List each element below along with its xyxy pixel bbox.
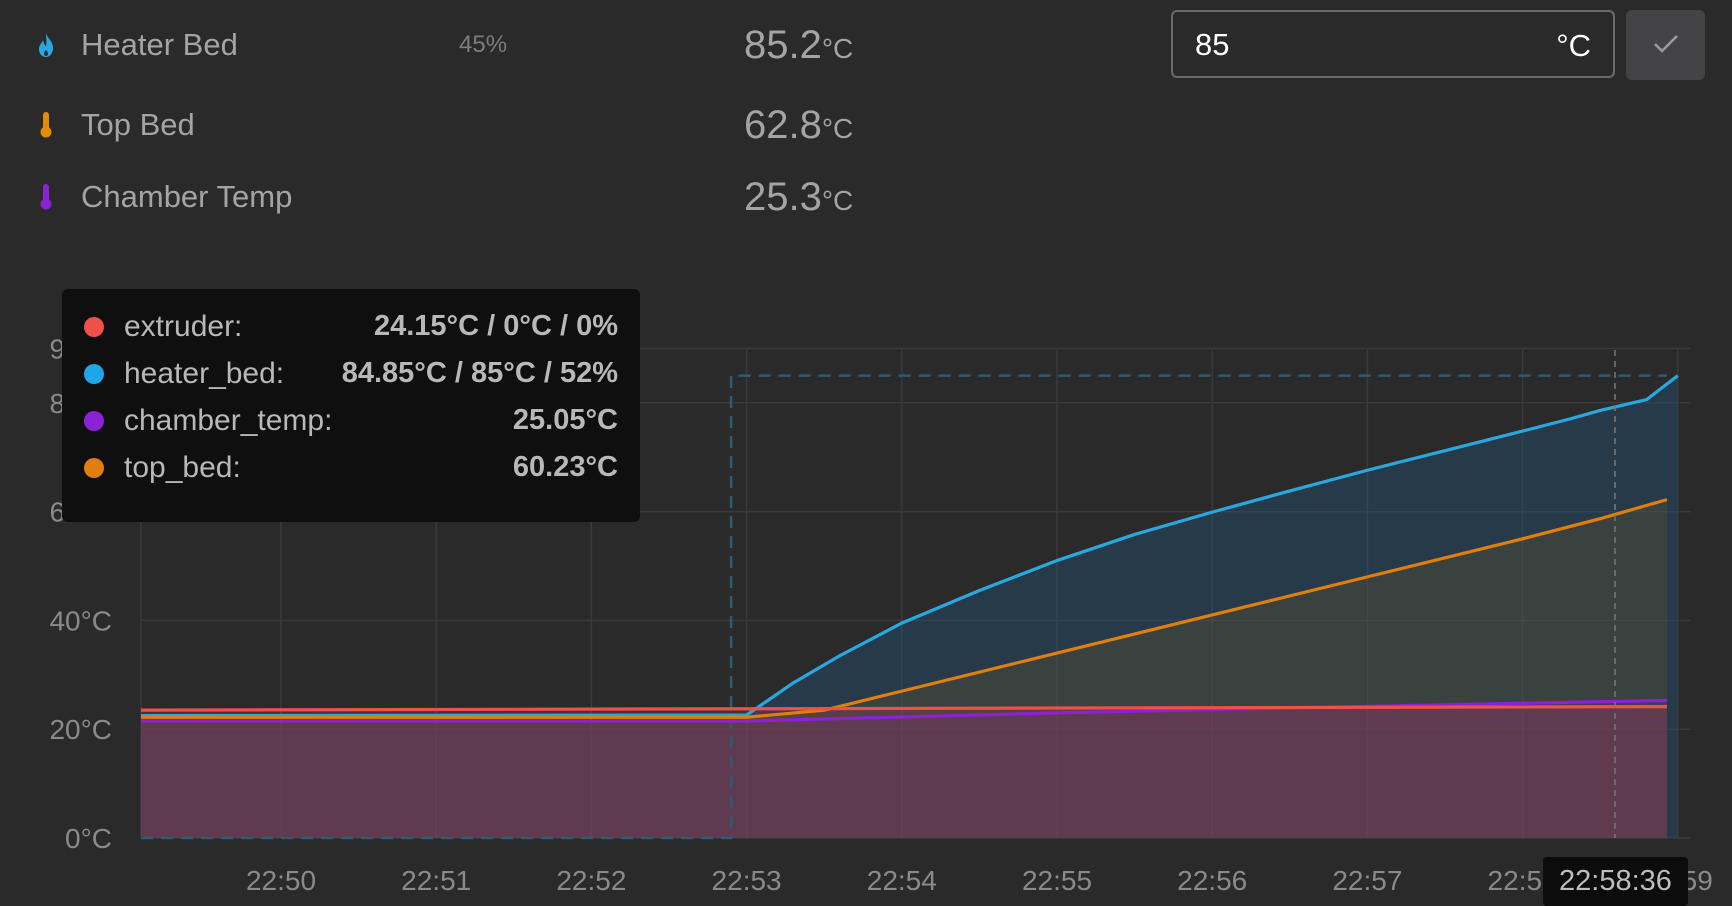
series-value: 25.05°C — [512, 404, 618, 436]
current-temp: 25.3°C — [744, 174, 854, 219]
series-label: heater_bed: — [124, 356, 285, 390]
target-temp-field[interactable]: °C — [1171, 10, 1615, 78]
power-percent: 45% — [459, 31, 508, 58]
series-label: extruder: — [124, 309, 243, 343]
sensor-name: Chamber Temp — [81, 179, 293, 214]
x-tick-label: 22:57 — [1332, 865, 1402, 896]
thermometer-icon — [36, 183, 56, 211]
x-tick-label: 22:50 — [246, 865, 316, 896]
apply-target-button[interactable] — [1626, 10, 1705, 80]
current-temp: 62.8°C — [744, 102, 854, 147]
tooltip-row-extruder: extruder: 24.15°C / 0°C / 0% — [84, 303, 618, 350]
series-label: chamber_temp: — [124, 403, 333, 437]
sensor-name: Heater Bed — [81, 27, 238, 62]
flame-icon — [36, 31, 56, 59]
axis-pointer-time: 22:58:36 — [1543, 857, 1688, 906]
series-area-extruder — [141, 706, 1667, 838]
series-dot — [84, 457, 104, 478]
series-dot — [84, 363, 104, 384]
series-value: 84.85°C / 85°C / 52% — [341, 357, 618, 389]
series-label: top_bed: — [124, 450, 241, 484]
x-tick-label: 22:55 — [1022, 865, 1092, 896]
sensor-name: Top Bed — [81, 107, 195, 142]
tooltip-row-top-bed: top_bed: 60.23°C — [84, 444, 618, 491]
x-tick-label: 22:53 — [712, 865, 782, 896]
series-value: 60.23°C — [512, 451, 618, 483]
y-tick-label: 20°C — [49, 714, 112, 745]
series-value: 24.15°C / 0°C / 0% — [373, 310, 618, 342]
y-tick-label: 0°C — [65, 823, 112, 854]
tooltip-row-heater-bed: heater_bed: 84.85°C / 85°C / 52% — [84, 350, 618, 397]
check-icon — [1652, 33, 1680, 58]
x-tick-label: 22:52 — [556, 865, 626, 896]
thermometer-icon — [36, 111, 56, 139]
y-tick-label: 40°C — [49, 605, 112, 636]
x-tick-label: 22:54 — [867, 865, 937, 896]
x-tick-label: 22:51 — [401, 865, 471, 896]
target-temp-input[interactable] — [1193, 22, 1497, 68]
chart-tooltip: extruder: 24.15°C / 0°C / 0% heater_bed:… — [62, 289, 640, 522]
x-tick-label: 22:56 — [1177, 865, 1247, 896]
current-temp: 85.2°C — [744, 22, 854, 67]
series-dot — [84, 410, 104, 431]
tooltip-row-chamber-temp: chamber_temp: 25.05°C — [84, 397, 618, 444]
series-dot — [84, 316, 104, 337]
target-unit: °C — [1556, 28, 1591, 63]
